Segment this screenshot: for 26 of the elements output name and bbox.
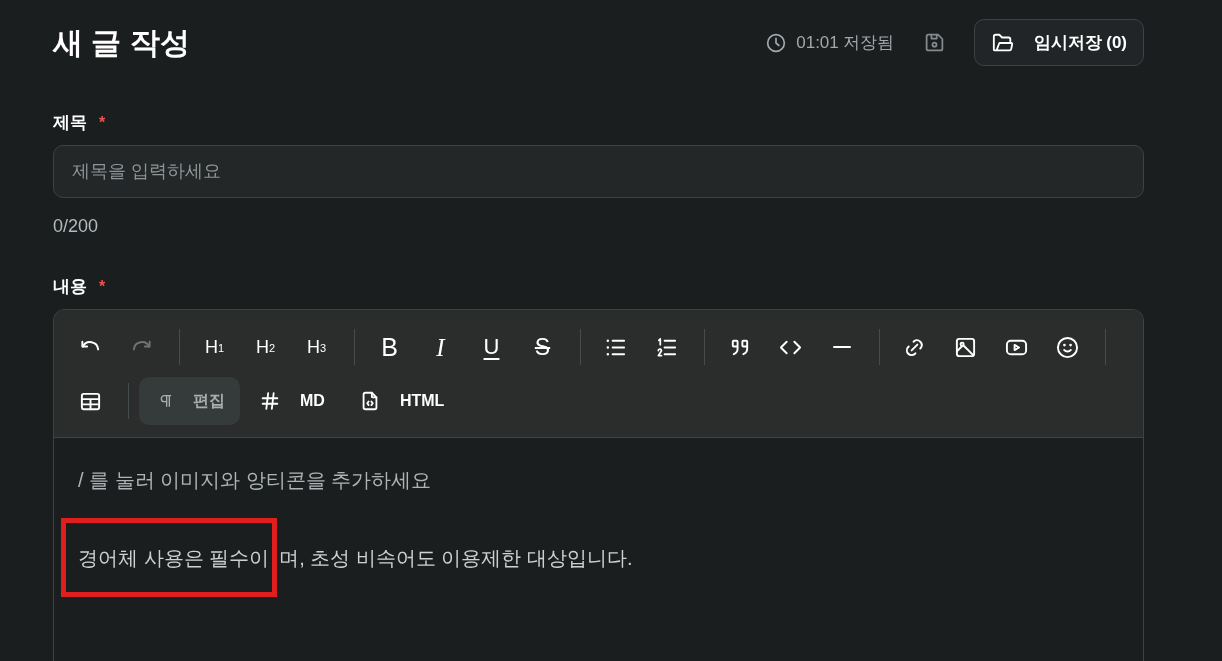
required-mark: * <box>99 277 106 297</box>
clock-icon <box>766 32 787 53</box>
smiley-icon <box>1056 335 1079 359</box>
hash-icon <box>259 390 281 412</box>
page-title: 새 글 작성 <box>53 24 190 61</box>
save-button[interactable] <box>923 31 946 54</box>
title-input[interactable]: 제목을 입력하세요 <box>53 145 1144 198</box>
dash-icon <box>832 346 851 348</box>
paragraph-text: 경어체 사용은 필수이 며, 초성 비속어도 이용제한 대상입니다. <box>78 546 634 571</box>
character-counter: 0/200 <box>53 215 100 238</box>
editor-placeholder: / 를 눌러 이미지와 앙티콘을 추가하세요 <box>78 468 433 493</box>
html-mode-tab[interactable]: HTML <box>339 377 460 425</box>
drafts-button[interactable]: 임시저장 (0) <box>973 19 1144 66</box>
strikethrough-button[interactable]: S <box>522 327 563 367</box>
numbered-list-icon <box>655 335 678 359</box>
field-label: 내용 <box>53 277 87 297</box>
required-mark: * <box>99 113 106 133</box>
bold-button[interactable]: B <box>369 327 410 367</box>
field-label: 제목 <box>53 113 87 133</box>
italic-button[interactable]: I <box>420 327 461 367</box>
save-status: 01:01 저장됨 <box>796 31 895 54</box>
image-icon <box>954 335 977 359</box>
markdown-mode-tab[interactable]: MD <box>240 377 340 425</box>
folder-icon <box>991 31 1014 54</box>
edit-mode-tab[interactable]: 편집 <box>139 377 240 425</box>
underline-button[interactable]: U <box>471 327 512 367</box>
